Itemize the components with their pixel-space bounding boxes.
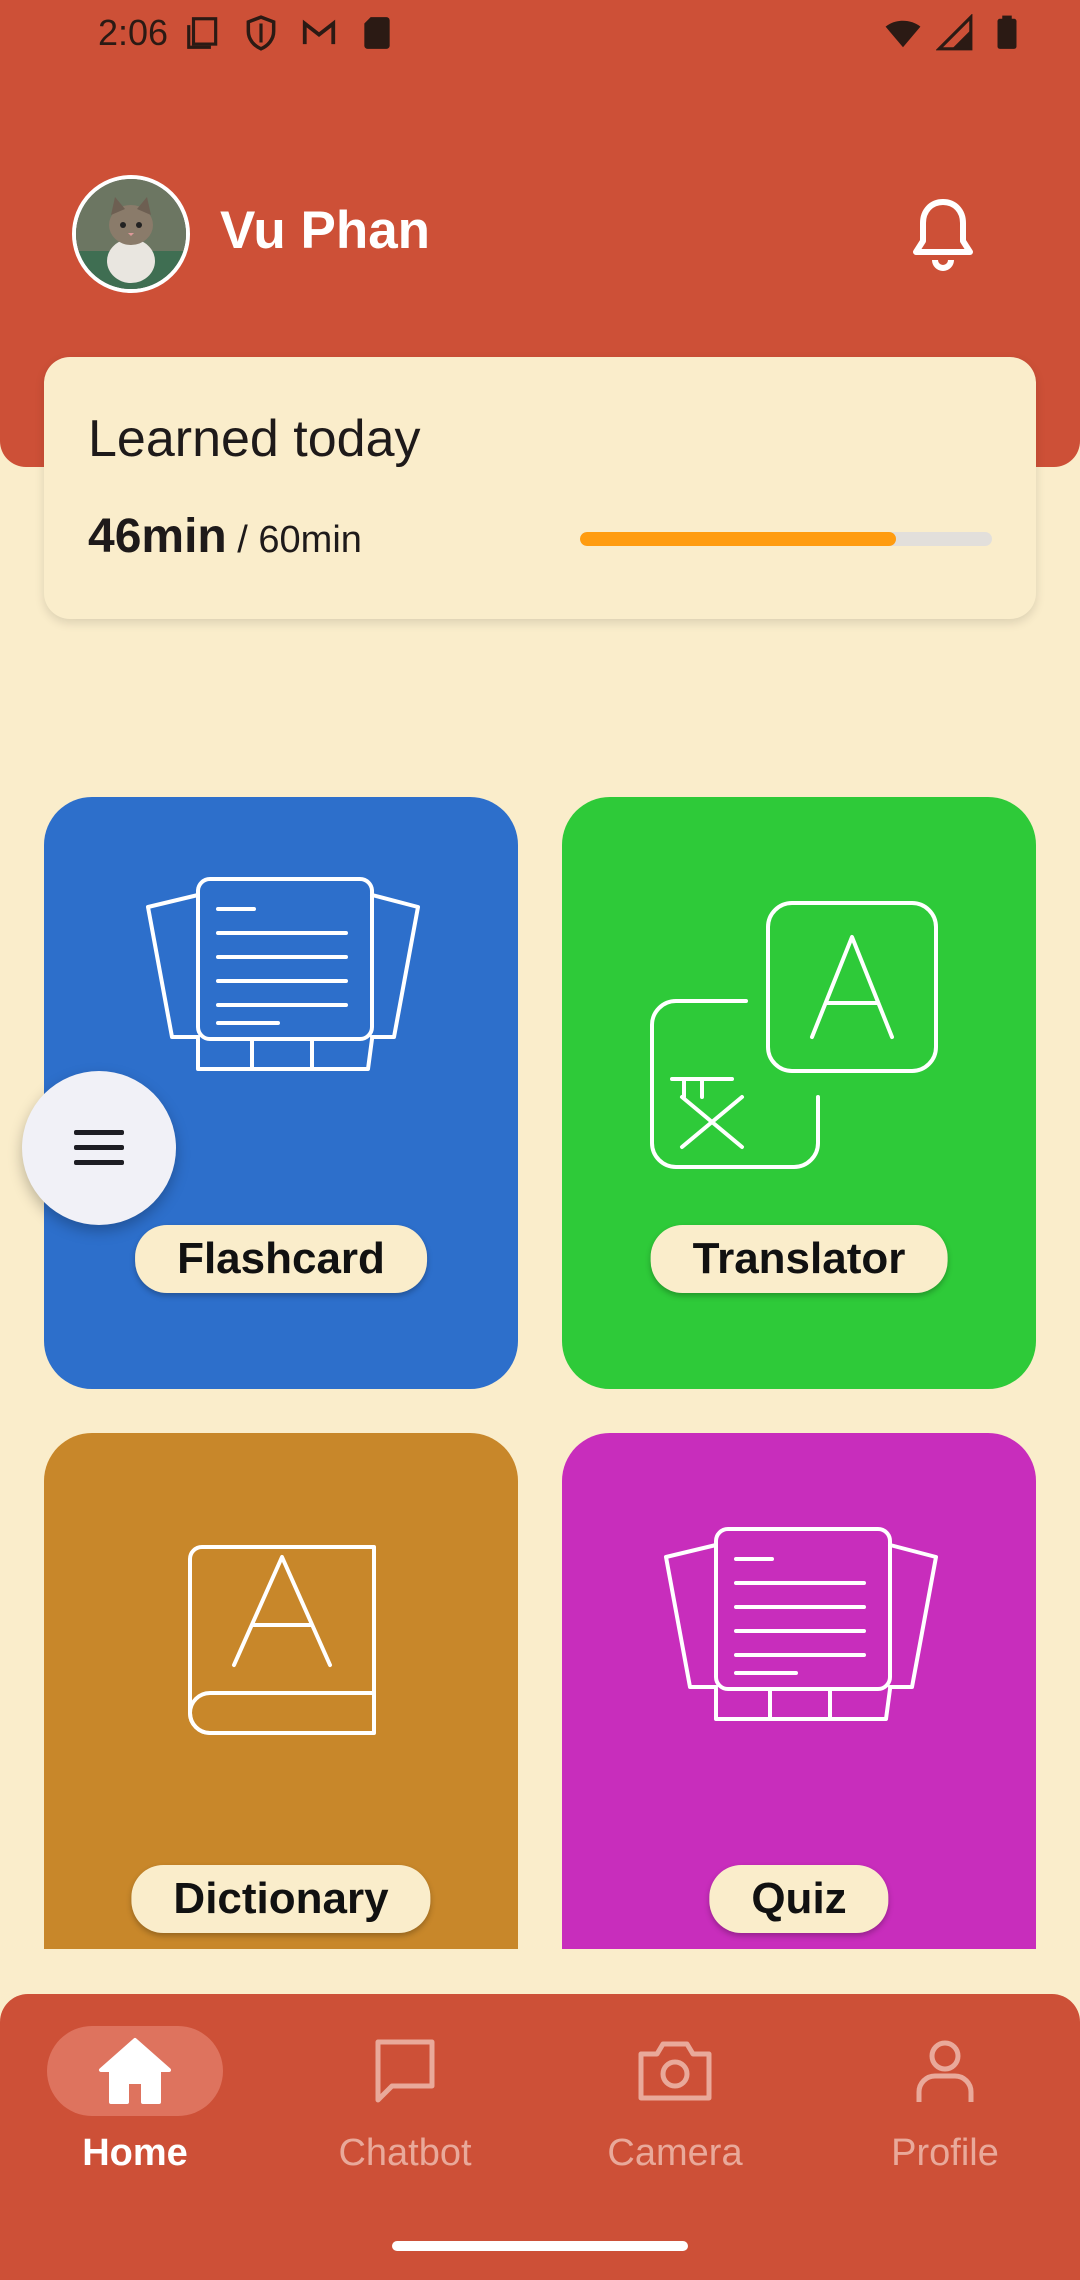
screen-icon: [187, 17, 218, 49]
progress-bar: [580, 532, 992, 546]
nav-label-profile: Profile: [891, 2132, 999, 2174]
nav-camera-pill: [587, 2026, 763, 2116]
minutes-readout: 46min / 60min: [88, 509, 362, 564]
nav-home[interactable]: Home: [0, 1994, 270, 2194]
signal-icon: [936, 14, 973, 51]
nav-label-camera: Camera: [607, 2132, 743, 2174]
chat-icon: [375, 2039, 435, 2103]
tile-label-translator: Translator: [650, 1225, 948, 1293]
nav-camera[interactable]: Camera: [540, 1994, 810, 2194]
status-bar: 2:06: [0, 0, 1080, 66]
progress-bar-fill: [580, 532, 896, 546]
menu-icon: [74, 1130, 124, 1165]
menu-button[interactable]: [22, 1071, 176, 1225]
tile-translator[interactable]: Translator: [562, 797, 1036, 1389]
status-time: 2:06: [98, 12, 169, 53]
learned-today-card: Learned today 46min / 60min: [44, 357, 1036, 619]
profile-icon: [916, 2040, 974, 2102]
user-name: Vu Phan: [220, 201, 431, 260]
nav-chatbot-pill: [317, 2026, 493, 2116]
nav-label-chatbot: Chatbot: [338, 2132, 472, 2174]
cat-photo: [76, 179, 186, 289]
nav-chatbot[interactable]: Chatbot: [270, 1994, 540, 2194]
camera-icon: [638, 2041, 712, 2101]
status-icons-right: [884, 14, 1026, 52]
quiz-icon: [664, 1527, 938, 1721]
bottom-nav: Home Chatbot Camera Profile: [0, 1994, 1080, 2280]
nav-profile-pill: [857, 2026, 1033, 2116]
goal-minutes: / 60min: [226, 519, 362, 561]
tile-label-flashcard: Flashcard: [135, 1225, 427, 1293]
nav-label-home: Home: [82, 2132, 188, 2174]
tile-label-dictionary: Dictionary: [131, 1865, 431, 1933]
bell-icon[interactable]: [908, 196, 978, 272]
nav-home-pill: [47, 2026, 223, 2116]
dictionary-icon: [188, 1545, 376, 1735]
shield-icon: [246, 15, 276, 51]
learned-minutes: 46min: [88, 510, 227, 563]
gmail-icon: [302, 19, 336, 45]
home-icon: [99, 2038, 171, 2104]
tile-dictionary[interactable]: Dictionary: [44, 1433, 518, 1949]
home-indicator[interactable]: [392, 2241, 688, 2251]
battery-icon: [997, 15, 1017, 49]
sd-card-icon: [364, 17, 390, 49]
translate-icon: [650, 901, 938, 1169]
tile-label-quiz: Quiz: [709, 1865, 889, 1933]
tile-quiz[interactable]: Quiz: [562, 1433, 1036, 1949]
card-title: Learned today: [88, 410, 421, 468]
wifi-icon: [885, 20, 921, 48]
nav-profile[interactable]: Profile: [810, 1994, 1080, 2194]
status-icons-left: [184, 14, 396, 52]
avatar[interactable]: [72, 175, 190, 293]
